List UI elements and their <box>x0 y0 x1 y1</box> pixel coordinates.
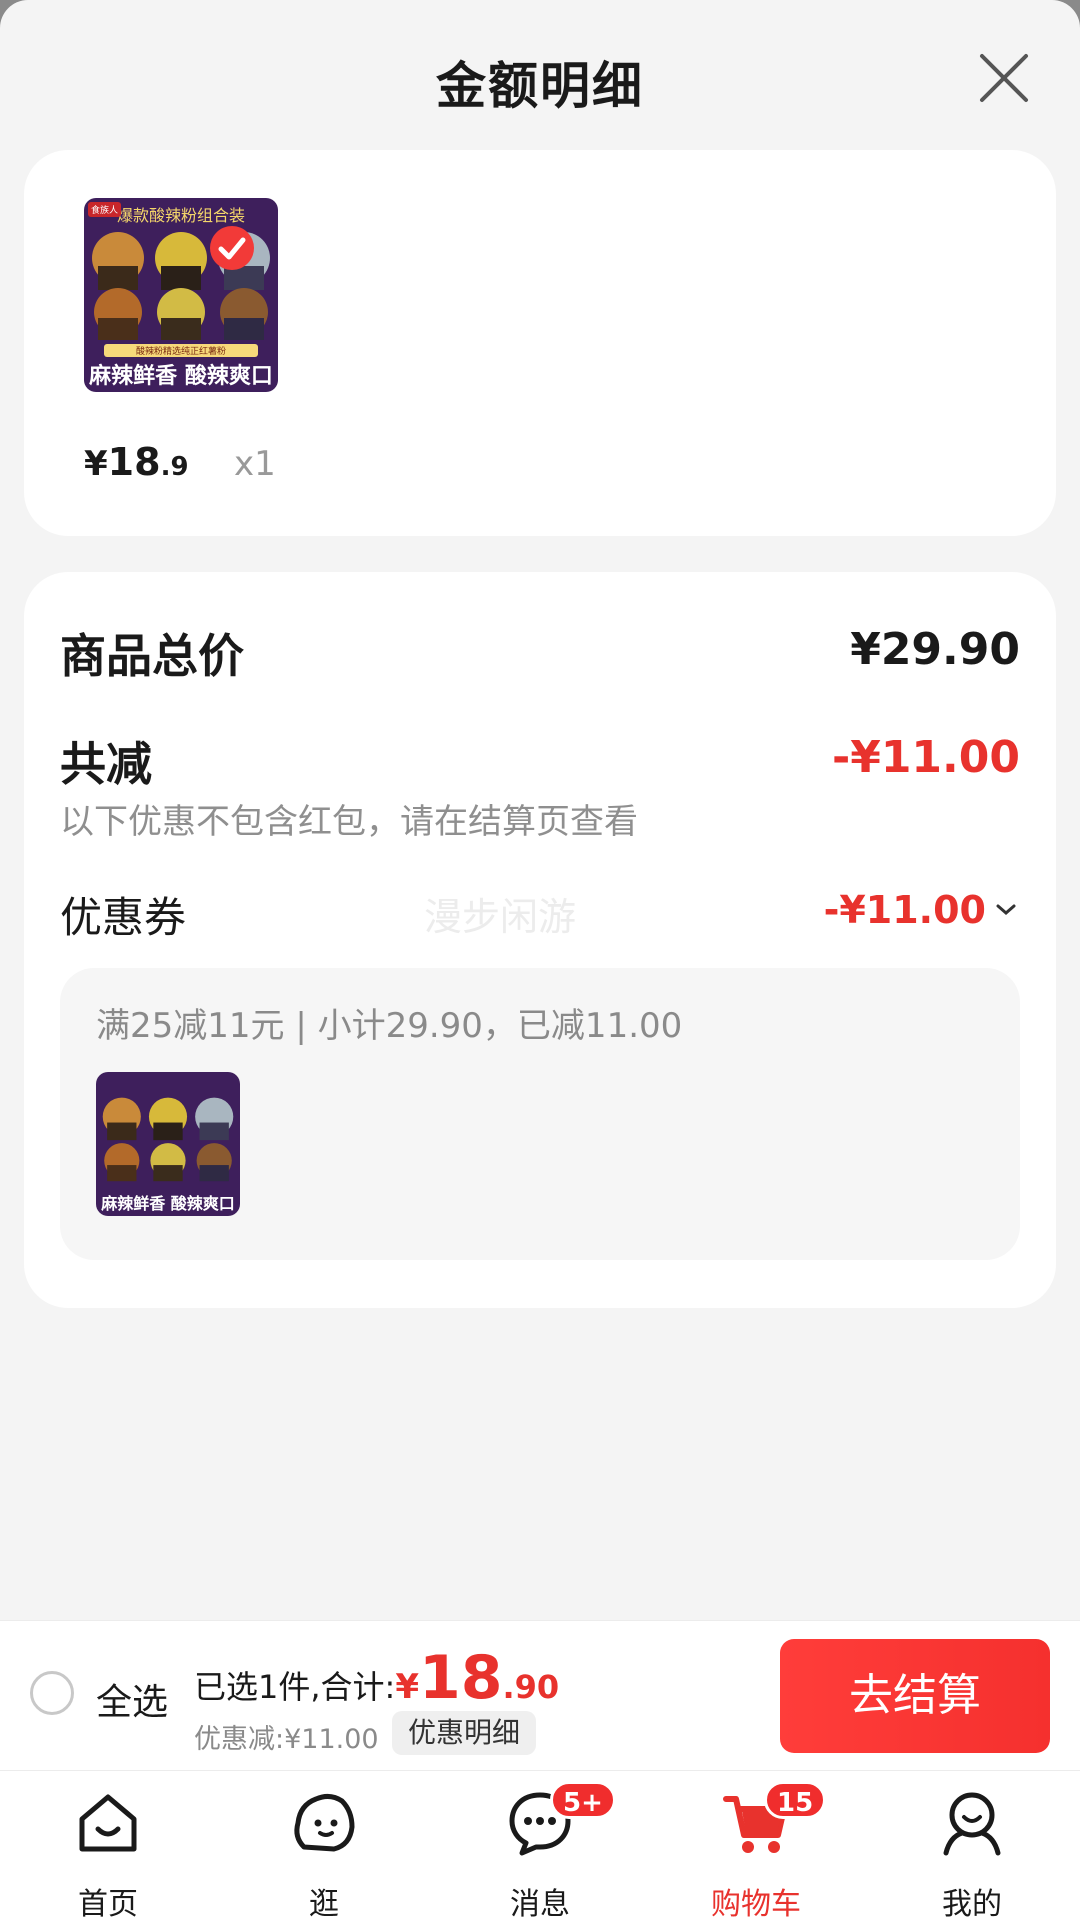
price-integer: 18 <box>107 440 161 484</box>
chevron-down-icon <box>996 904 1016 915</box>
thumbnail-brand: 食族人 <box>88 202 122 217</box>
currency-symbol: ¥ <box>84 444 108 484</box>
coupon-label: 优惠券 <box>60 893 187 942</box>
price-summary-card: 商品总价 ¥29.90 共减 -¥11.00 以下优惠不包含红包，请在结算页查看… <box>24 572 1056 1308</box>
browse-icon <box>294 1793 355 1852</box>
noodle-cups-image <box>102 1097 234 1182</box>
tab-label: 购物车 <box>711 1887 801 1921</box>
sheet-title: 金额明细 <box>436 57 644 115</box>
coupon-value: -¥11.00 <box>823 888 986 932</box>
total-decimal: .90 <box>502 1668 560 1706</box>
total-currency: ¥ <box>395 1667 419 1707</box>
select-all-label[interactable]: 全选 <box>96 1673 168 1725</box>
coupon-detail-text: 满25减11元 | 小计29.90，已减11.00 <box>96 1006 683 1046</box>
thumbnail-mid-text: 酸辣粉精选纯正红薯粉 <box>104 344 258 357</box>
total-label: 商品总价 <box>60 629 244 683</box>
checkout-button[interactable]: 去结算 <box>780 1639 1050 1753</box>
coupon-product-thumbnail[interactable]: 麻辣鲜香 酸辣爽口 <box>96 1072 240 1216</box>
thumbnail-slogan: 麻辣鲜香 酸辣爽口 <box>101 1194 235 1213</box>
thumbnail-slogan: 麻辣鲜香 酸辣爽口 <box>89 363 273 389</box>
tab-label: 我的 <box>942 1887 1002 1921</box>
tab-label: 逛 <box>309 1887 339 1921</box>
item-card: 爆款酸辣粉组合装 食族人 酸辣粉精选纯正红薯粉 麻辣鲜香 酸辣爽口 ¥18.9 … <box>24 150 1056 536</box>
close-icon[interactable] <box>978 52 1030 104</box>
discount-value: -¥11.00 <box>831 732 1020 783</box>
tab-home[interactable]: 首页 <box>0 1771 216 1921</box>
saved-amount: 优惠减:¥11.00 <box>194 1724 379 1755</box>
total-value: ¥29.90 <box>850 624 1020 675</box>
total-integer: 18 <box>419 1643 503 1713</box>
item-price: ¥18.9 <box>84 440 189 484</box>
tab-browse[interactable]: 逛 <box>216 1771 432 1921</box>
tab-profile[interactable]: 我的 <box>864 1771 1080 1921</box>
bottom-tab-bar: 首页 逛 5+ 消息 15 购物车 我的 <box>0 1770 1080 1921</box>
watermark: 漫步闲游 <box>424 895 577 939</box>
item-quantity: x1 <box>234 444 276 484</box>
discount-label: 共减 <box>60 737 152 791</box>
discount-note: 以下优惠不包含红包，请在结算页查看 <box>60 802 638 842</box>
product-thumbnail[interactable]: 爆款酸辣粉组合装 食族人 酸辣粉精选纯正红薯粉 麻辣鲜香 酸辣爽口 <box>84 198 278 392</box>
tab-label: 消息 <box>510 1887 570 1921</box>
selected-prefix: 已选1件,合计: <box>194 1668 396 1706</box>
checkout-bar: 全选 已选1件,合计:¥18.90 优惠减:¥11.00 优惠明细 去结算 <box>0 1620 1080 1771</box>
price-decimal: .9 <box>160 452 189 482</box>
discount-detail-button[interactable]: 优惠明细 <box>392 1711 537 1755</box>
selected-check-icon <box>210 226 254 270</box>
cart-badge: 15 <box>764 1781 827 1819</box>
tab-label: 首页 <box>78 1887 138 1921</box>
amount-detail-sheet: 金额明细 爆款酸辣粉组合装 食族人 酸辣粉精选纯正红薯粉 麻辣鲜香 酸辣爽口 ¥… <box>0 0 1080 1921</box>
coupon-toggle[interactable]: -¥11.00 <box>824 888 1020 932</box>
tab-messages[interactable]: 5+ 消息 <box>432 1771 648 1921</box>
coupon-detail-panel: 满25减11元 | 小计29.90，已减11.00 麻辣鲜香 酸辣爽口 <box>60 968 1020 1260</box>
home-icon <box>79 1794 137 1852</box>
select-all-radio[interactable] <box>30 1671 74 1715</box>
message-badge: 5+ <box>550 1781 616 1819</box>
selected-summary: 已选1件,合计:¥18.90 <box>194 1643 559 1713</box>
profile-icon <box>943 1792 1001 1856</box>
tab-cart[interactable]: 15 购物车 <box>648 1771 864 1921</box>
